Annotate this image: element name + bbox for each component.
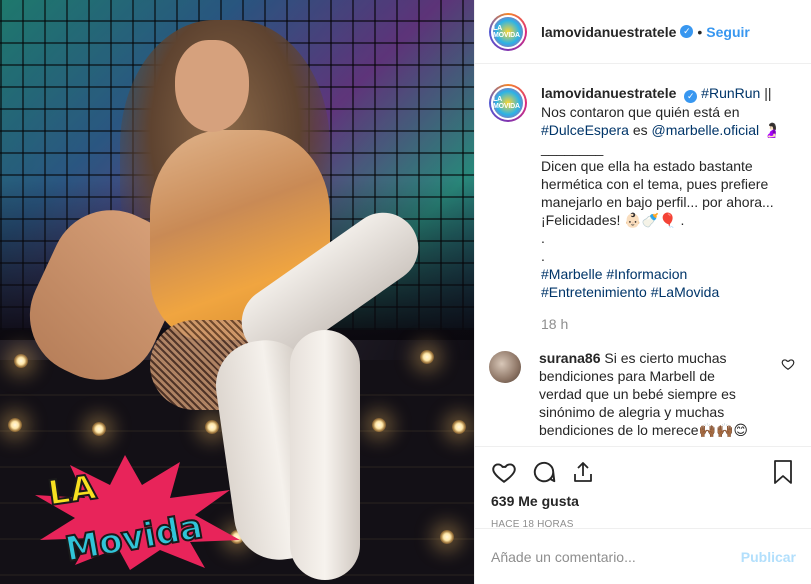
stage-light: [440, 530, 454, 544]
person-leg-front: [290, 330, 360, 580]
hashtag-link[interactable]: #DulceEspera: [541, 122, 629, 138]
hashtag-link[interactable]: #LaMovida: [651, 284, 720, 300]
stage-light: [92, 422, 106, 436]
stage-light: [14, 354, 28, 368]
person-face: [175, 40, 249, 132]
caption-divider: ________: [541, 140, 604, 156]
stage-light: [452, 420, 466, 434]
caption-emoji: 🤰🏻: [759, 122, 781, 138]
caption-username[interactable]: lamovidanuestratele: [541, 85, 676, 101]
hashtag-link[interactable]: #Informacion: [606, 266, 687, 282]
avatar-logo: LA MOVIDA: [491, 86, 525, 120]
like-comment-heart-icon[interactable]: [781, 357, 795, 371]
mention-link[interactable]: @marbelle.oficial: [652, 122, 760, 138]
comment-text: surana86 Si es cierto muchas bendiciones…: [539, 349, 749, 439]
hashtag-link[interactable]: #RunRun: [701, 85, 760, 101]
caption-fragment: Nos contaron que quién está en: [541, 104, 740, 120]
caption-fragment: ||: [760, 85, 772, 101]
like-count[interactable]: 639 Me gusta: [491, 493, 795, 509]
la-movida-logo: LA Movida: [35, 455, 240, 570]
stage-light: [372, 418, 386, 432]
comments-section: LA MOVIDA lamovidanuestratele ✓ #RunRun …: [475, 64, 811, 446]
comment-username[interactable]: surana86: [539, 350, 600, 366]
caption-timestamp[interactable]: 18 h: [541, 315, 791, 333]
like-heart-icon[interactable]: [491, 459, 517, 485]
publish-button[interactable]: Publicar: [741, 549, 796, 565]
post-photo[interactable]: LA Movida: [0, 0, 474, 584]
caption-body: Dicen que ella ha estado bastante hermét…: [541, 158, 774, 228]
hashtag-link[interactable]: #Entretenimiento: [541, 284, 647, 300]
stage-light: [205, 420, 219, 434]
header-separator: •: [697, 23, 703, 40]
commenter-avatar[interactable]: [489, 351, 521, 383]
caption-dot: .: [541, 248, 545, 264]
logo-line1: LA: [46, 467, 100, 513]
header-username[interactable]: lamovidanuestratele: [541, 24, 676, 40]
verified-badge-icon: ✓: [680, 25, 694, 38]
caption-dot: .: [541, 230, 545, 246]
caption-avatar[interactable]: LA MOVIDA: [489, 84, 527, 122]
caption-text: lamovidanuestratele ✓ #RunRun || Nos con…: [541, 84, 791, 333]
action-icons: [491, 457, 795, 487]
follow-button[interactable]: Seguir: [706, 24, 750, 40]
comment-bubble-icon[interactable]: [531, 459, 557, 485]
comment-item: surana86 Si es cierto muchas bendiciones…: [489, 349, 797, 439]
stage-light: [420, 350, 434, 364]
post-sidebar: LA MOVIDA lamovidanuestratele ✓ • Seguir…: [474, 0, 811, 584]
post-header: LA MOVIDA lamovidanuestratele ✓ • Seguir: [475, 0, 811, 64]
add-comment-bar: Publicar: [475, 528, 811, 584]
comment-input[interactable]: [491, 548, 741, 565]
caption-fragment: es: [628, 122, 652, 138]
instagram-post: LA Movida LA MOVIDA lamovidanuestratele …: [0, 0, 811, 584]
avatar-logo: LA MOVIDA: [491, 14, 525, 49]
stage-light: [8, 418, 22, 432]
hashtag-link[interactable]: #Marbelle: [541, 266, 602, 282]
profile-avatar[interactable]: LA MOVIDA: [489, 12, 527, 51]
caption: LA MOVIDA lamovidanuestratele ✓ #RunRun …: [489, 84, 797, 333]
verified-badge-icon: ✓: [684, 90, 698, 103]
share-icon[interactable]: [571, 460, 595, 484]
bookmark-icon[interactable]: [771, 459, 795, 485]
